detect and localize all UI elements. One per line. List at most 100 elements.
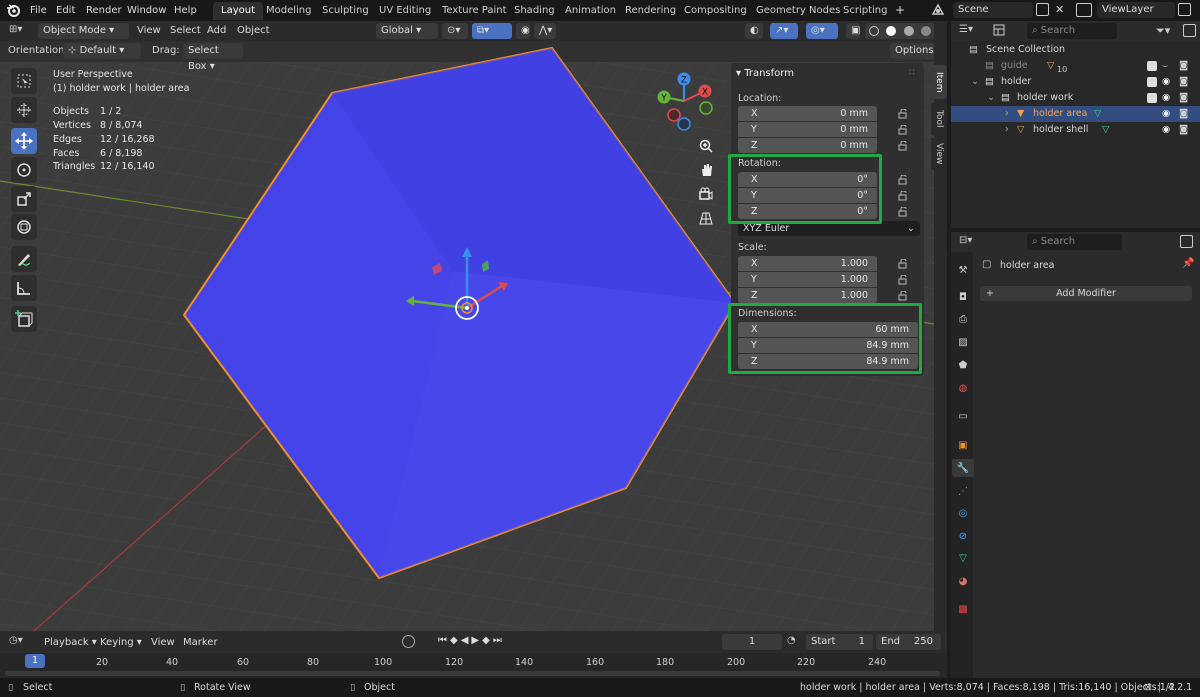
add-cube-tool-icon[interactable] [11,306,37,332]
render-properties-icon[interactable]: ◘ [955,289,971,305]
play-reverse-icon[interactable]: ◀ [461,635,472,646]
expand-chevron-icon[interactable]: › [1005,122,1009,138]
exclude-checkbox[interactable] [1147,61,1157,71]
pan-view-icon[interactable] [695,159,717,181]
outliner-search-input[interactable]: ⌕ Search [1027,23,1117,39]
scale-tool-icon[interactable] [11,186,37,212]
properties-editor-icon[interactable]: ⊟▾ [959,235,972,246]
render-camera-icon[interactable]: ◙ [1179,106,1188,122]
eye-icon[interactable]: ◉ [1162,90,1170,106]
tab-animation[interactable]: Animation [557,2,624,20]
transform-tool-icon[interactable] [11,214,37,240]
object-properties-icon[interactable]: ▣ [955,437,971,453]
menu-edit[interactable]: Edit [56,3,75,18]
pin-icon[interactable]: 📌 [1182,258,1194,269]
eye-icon[interactable]: ◉ [1162,106,1170,122]
scale-y-field[interactable]: Y 1.000 [738,272,877,287]
outliner-filter-icon[interactable]: ⏷▾ [1156,24,1170,38]
expand-chevron-icon[interactable]: ⌄ [987,90,995,106]
playhead[interactable]: 1 [25,654,45,668]
start-frame-field[interactable]: Start 1 [806,634,873,650]
timeline-menu-view[interactable]: View [151,635,175,650]
menu-window[interactable]: Window [127,3,166,18]
tab-modeling[interactable]: Modeling [258,2,320,20]
expand-chevron-icon[interactable]: › [1005,106,1009,122]
scene-icon[interactable] [930,2,946,18]
tab-geometry-nodes[interactable]: Geometry Nodes [748,2,848,20]
view-layer-properties-icon[interactable]: ▨ [955,334,971,350]
tab-texture-paint[interactable]: Texture Paint [434,2,515,20]
measure-tool-icon[interactable] [11,275,37,301]
lock-rotation-y-icon[interactable] [898,191,908,201]
scale-x-field[interactable]: X 1.000 [738,256,877,271]
outliner-row-holder-work[interactable]: ⌄ ▤ holder work ◉ ◙ [951,90,1200,106]
outliner-row-scene-collection[interactable]: ▤ Scene Collection [951,42,1200,58]
timeline-menu-keying[interactable]: Keying ▾ [100,635,142,650]
render-camera-icon[interactable]: ◙ [1179,90,1188,106]
material-properties-icon[interactable]: ◕ [955,573,971,589]
tab-shading[interactable]: Shading [506,2,563,20]
tab-rendering[interactable]: Rendering [617,2,684,20]
zoom-view-icon[interactable] [695,135,717,157]
eye-icon[interactable]: ◉ [1162,122,1170,138]
exclude-checkbox[interactable] [1147,77,1157,87]
timeline-menu-marker[interactable]: Marker [183,635,218,650]
end-frame-field[interactable]: End 250 [876,634,941,650]
collection-properties-icon[interactable]: ▭ [955,408,971,424]
scale-z-field[interactable]: Z 1.000 [738,288,877,303]
lock-rotation-x-icon[interactable] [898,175,908,185]
lock-location-y-icon[interactable] [898,125,908,135]
tab-item-label[interactable]: Item [931,65,947,99]
tab-view-label[interactable]: View [931,138,947,170]
select-box-tool-icon[interactable] [11,68,37,94]
particles-properties-icon[interactable]: ⋰ [955,483,971,499]
current-frame-field[interactable]: 1 [722,634,782,650]
menu-file[interactable]: File [30,3,47,18]
physics-properties-icon[interactable]: ◎ [955,505,971,521]
annotate-tool-icon[interactable] [11,246,37,272]
outliner-row-guide[interactable]: ▤ guide ▽ 10 ⌣ ◙ [951,58,1200,74]
render-camera-icon[interactable]: ◙ [1179,122,1188,138]
new-collection-icon[interactable] [1183,24,1196,37]
tool-properties-icon[interactable]: ⚒ [955,262,971,278]
location-z-field[interactable]: Z0 mm [738,138,877,153]
timeline-menu-playback[interactable]: Playback ▾ [44,635,97,650]
timeline-editor-icon[interactable]: ◷▾ [9,635,23,646]
menu-render[interactable]: Render [86,3,122,18]
new-scene-icon[interactable] [1036,3,1049,16]
move-tool-icon[interactable] [11,128,37,154]
outliner-row-holder[interactable]: ⌄ ▤ holder ◉ ◙ [951,74,1200,90]
tab-layout[interactable]: Layout [213,2,263,20]
constraints-properties-icon[interactable]: ⊘ [955,528,971,544]
location-y-field[interactable]: Y0 mm [738,122,877,137]
cursor-tool-icon[interactable] [11,97,37,123]
properties-search-input[interactable]: ⌕ Search [1027,234,1122,250]
outliner-editor-icon[interactable]: ☰▾ [959,24,973,35]
camera-view-icon[interactable] [695,183,717,205]
next-keyframe-icon[interactable]: ◆ [482,635,493,646]
perspective-toggle-icon[interactable] [695,207,717,229]
play-icon[interactable]: ▶ [471,635,482,646]
render-camera-icon[interactable]: ◙ [1179,74,1188,90]
blender-logo-icon[interactable] [6,3,20,17]
lock-location-z-icon[interactable] [898,141,908,151]
lock-scale-y-icon[interactable] [898,275,908,285]
lock-scale-x-icon[interactable] [898,259,908,269]
menu-help[interactable]: Help [174,3,197,18]
scene-properties-icon[interactable]: ⬟ [955,357,971,373]
tab-tool-label[interactable]: Tool [931,103,947,135]
drag-handle-icon[interactable]: ∷ [909,68,915,78]
data-properties-icon[interactable]: ▽ [955,550,971,566]
expand-chevron-icon[interactable]: ⌄ [971,74,979,90]
properties-options-icon[interactable] [1180,235,1193,248]
tab-scripting[interactable]: Scripting [835,2,895,20]
lock-rotation-z-icon[interactable] [898,207,908,217]
render-camera-icon[interactable]: ◙ [1179,58,1188,74]
prev-keyframe-icon[interactable]: ◆ [450,635,461,646]
jump-end-icon[interactable]: ⏭ [493,635,505,646]
world-properties-icon[interactable]: ◍ [955,380,971,396]
texture-properties-icon[interactable]: ▩ [955,601,971,617]
outliner-row-holder-shell[interactable]: › ▽ holder shell ▽ ◉ ◙ [951,122,1200,138]
transform-panel-header[interactable]: ▾ Transform [736,68,794,79]
add-modifier-button[interactable]: + Add Modifier [980,286,1192,301]
